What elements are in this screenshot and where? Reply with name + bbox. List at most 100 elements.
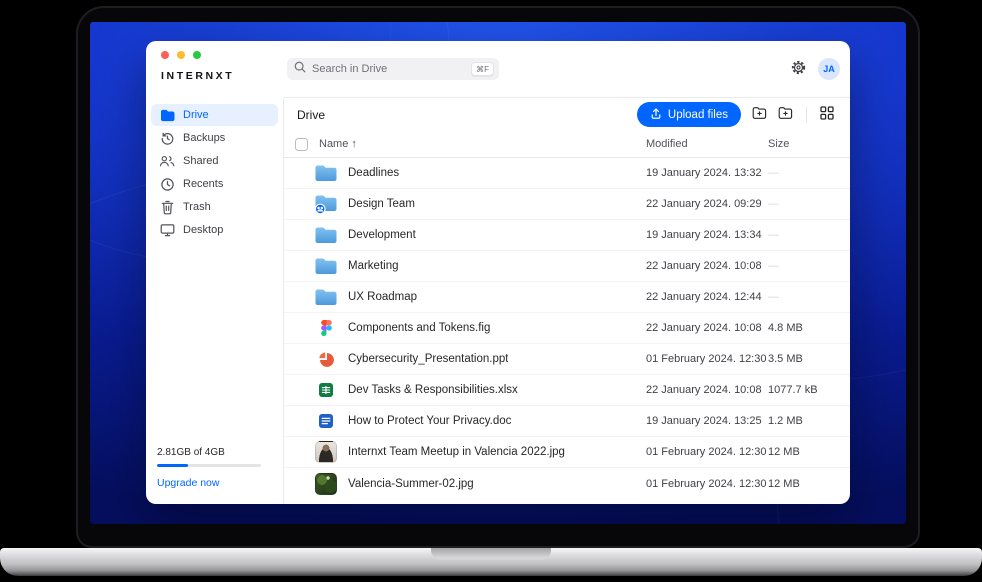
file-name: UX Roadmap <box>348 291 417 303</box>
figma-icon <box>314 317 338 339</box>
internxt-drive-window: INTERNXT Search in Drive ⌘F <box>146 41 850 504</box>
sidebar-item-drive[interactable]: Drive <box>151 104 278 126</box>
folder-icon <box>314 224 338 246</box>
select-all-checkbox[interactable] <box>295 138 308 151</box>
file-size: 1077.7 kB <box>768 384 850 396</box>
shared-users-icon <box>159 154 175 168</box>
file-size: 1.2 MB <box>768 415 850 427</box>
column-header-modified[interactable]: Modified <box>646 138 768 150</box>
sidebar-item-desktop[interactable]: Desktop <box>151 219 278 241</box>
search-placeholder: Search in Drive <box>312 63 387 75</box>
grid-view-icon <box>820 106 834 123</box>
window-controls <box>161 51 284 59</box>
folder-shared-icon <box>314 193 338 215</box>
folder-icon <box>314 286 338 308</box>
table-row[interactable]: UX Roadmap 22 January 2024. 12:44 — <box>284 282 850 313</box>
main-content: Drive Upload files <box>284 98 850 504</box>
table-row[interactable]: Dev Tasks & Responsibilities.xlsx 22 Jan… <box>284 375 850 406</box>
file-size: 12 MB <box>768 478 850 490</box>
upload-files-button[interactable]: Upload files <box>637 102 741 127</box>
sidebar-item-trash[interactable]: Trash <box>151 196 278 218</box>
file-size: — <box>768 291 850 303</box>
table-row[interactable]: Valencia-Summer-02.jpg 01 February 2024.… <box>284 468 850 499</box>
powerpoint-icon <box>314 348 338 370</box>
file-name: Marketing <box>348 260 399 272</box>
upgrade-link[interactable]: Upgrade now <box>157 477 272 489</box>
photo-person-icon <box>314 441 338 463</box>
storage-progress-bar <box>157 464 261 467</box>
word-icon <box>314 410 338 432</box>
file-size: — <box>768 167 850 179</box>
table-header: Name↑ Modified Size <box>284 131 850 158</box>
file-modified: 22 January 2024. 12:44 <box>646 291 768 303</box>
table-row[interactable]: Design Team 22 January 2024. 09:29 — <box>284 189 850 220</box>
sidebar-item-label: Shared <box>183 155 218 167</box>
file-modified: 22 January 2024. 09:29 <box>646 198 768 210</box>
table-row[interactable]: Deadlines 19 January 2024. 13:32 — <box>284 158 850 189</box>
file-size: — <box>768 260 850 272</box>
storage-widget: 2.81GB of 4GB Upgrade now <box>151 447 278 489</box>
file-name: Deadlines <box>348 167 399 179</box>
file-name: Cybersecurity_Presentation.ppt <box>348 353 508 365</box>
toolbar: Upload files <box>637 102 834 127</box>
file-name: Design Team <box>348 198 415 210</box>
excel-icon <box>314 379 338 401</box>
laptop-screen-bezel: INTERNXT Search in Drive ⌘F <box>76 6 920 548</box>
upload-icon <box>650 107 662 123</box>
minimize-window-button[interactable] <box>177 51 185 59</box>
sidebar: Drive Backups Shared Recents Trash Deskt… <box>146 98 284 504</box>
toolbar-divider <box>806 107 807 123</box>
file-modified: 19 January 2024. 13:34 <box>646 229 768 241</box>
folder-icon <box>314 162 338 184</box>
table-row[interactable]: Internxt Team Meetup in Valencia 2022.jp… <box>284 437 850 468</box>
create-folder-button[interactable] <box>778 106 793 123</box>
table-row[interactable]: Development 19 January 2024. 13:34 — <box>284 220 850 251</box>
sort-ascending-icon: ↑ <box>351 138 357 150</box>
folder-icon <box>314 255 338 277</box>
storage-progress-fill <box>157 464 188 467</box>
search-icon <box>294 60 306 78</box>
gear-icon <box>790 59 807 79</box>
file-list: Deadlines 19 January 2024. 13:32 — Desig… <box>284 158 850 504</box>
file-size: — <box>768 198 850 210</box>
page-title: Drive <box>297 108 325 122</box>
file-modified: 01 February 2024. 12:30 <box>646 478 768 490</box>
file-size: 4.8 MB <box>768 322 850 334</box>
table-row[interactable]: Cybersecurity_Presentation.ppt 01 Februa… <box>284 344 850 375</box>
zoom-window-button[interactable] <box>193 51 201 59</box>
table-row[interactable]: Marketing 22 January 2024. 10:08 — <box>284 251 850 282</box>
sidebar-item-label: Backups <box>183 132 225 144</box>
settings-button[interactable] <box>790 59 807 79</box>
search-input[interactable]: Search in Drive ⌘F <box>287 58 499 80</box>
file-modified: 01 February 2024. 12:30 <box>646 353 768 365</box>
grid-view-button[interactable] <box>820 106 834 123</box>
close-window-button[interactable] <box>161 51 169 59</box>
file-name: How to Protect Your Privacy.doc <box>348 415 511 427</box>
file-size: — <box>768 229 850 241</box>
column-header-size[interactable]: Size <box>768 138 850 150</box>
table-row[interactable]: How to Protect Your Privacy.doc 19 Janua… <box>284 406 850 437</box>
recents-clock-icon <box>159 177 175 192</box>
file-name: Development <box>348 229 416 241</box>
column-header-name[interactable]: Name↑ <box>319 138 357 150</box>
sidebar-item-shared[interactable]: Shared <box>151 150 278 172</box>
avatar[interactable]: JA <box>818 58 840 80</box>
sidebar-item-label: Drive <box>183 109 209 121</box>
backup-icon <box>159 131 175 146</box>
file-name: Components and Tokens.fig <box>348 322 490 334</box>
sidebar-item-recents[interactable]: Recents <box>151 173 278 195</box>
file-name: Internxt Team Meetup in Valencia 2022.jp… <box>348 446 565 458</box>
sidebar-nav: Drive Backups Shared Recents Trash Deskt… <box>151 103 278 242</box>
content-header: Drive Upload files <box>284 98 850 131</box>
desktop-icon <box>159 223 175 237</box>
drive-folder-icon <box>159 109 175 122</box>
desktop-wallpaper: INTERNXT Search in Drive ⌘F <box>90 22 906 524</box>
laptop-mockup: INTERNXT Search in Drive ⌘F <box>0 0 982 582</box>
sidebar-item-backups[interactable]: Backups <box>151 127 278 149</box>
photo-nature-icon <box>314 473 338 495</box>
storage-usage-label: 2.81GB of 4GB <box>157 447 272 458</box>
table-row[interactable]: Components and Tokens.fig 22 January 202… <box>284 313 850 344</box>
folder-plus-icon <box>778 106 793 123</box>
sidebar-item-label: Desktop <box>183 224 223 236</box>
upload-folder-button[interactable] <box>752 106 767 123</box>
